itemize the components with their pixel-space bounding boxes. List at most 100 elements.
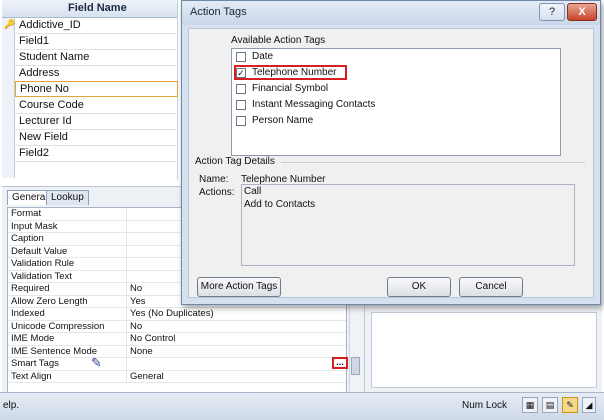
- field-row-label: Field2: [19, 147, 49, 159]
- cancel-button[interactable]: Cancel: [459, 277, 523, 297]
- close-icon: X: [578, 6, 586, 18]
- action-tags-dialog: Action Tags ? X Available Action Tags Da…: [181, 0, 601, 305]
- tag-item-instant-messaging[interactable]: Instant Messaging Contacts: [236, 98, 375, 112]
- property-label: Indexed: [11, 308, 45, 319]
- tag-details-label: Action Tag Details: [195, 156, 275, 167]
- property-label: Required: [11, 283, 50, 294]
- available-tags-label: Available Action Tags: [231, 35, 326, 46]
- smart-tags-build-label: ...: [336, 357, 344, 367]
- property-row[interactable]: IME Mode No Control: [8, 333, 346, 346]
- property-label: Format: [11, 208, 42, 219]
- property-label: Input Mask: [11, 220, 58, 232]
- action-item: Call: [244, 186, 262, 197]
- field-row[interactable]: New Field: [15, 130, 178, 146]
- property-description-pane: [364, 300, 602, 392]
- tag-item-financial-symbol[interactable]: Financial Symbol: [236, 82, 328, 96]
- smart-tag-pointer-icon: ✎: [91, 355, 102, 370]
- available-tags-group: Available Action Tags Date ✓ Telephone Nu…: [199, 33, 583, 159]
- field-row[interactable]: Lecturer Id: [15, 114, 178, 130]
- field-name-header-label: Field Name: [68, 2, 127, 14]
- row-selector-column: [2, 18, 15, 178]
- field-name-header: Field Name: [2, 0, 177, 18]
- dialog-titlebar[interactable]: Action Tags ? X: [182, 1, 600, 25]
- property-row[interactable]: Unicode Compression No: [8, 320, 346, 333]
- property-label: Validation Text: [11, 270, 72, 282]
- actions-label: Actions:: [199, 187, 235, 198]
- field-row-selected[interactable]: Phone No: [15, 81, 178, 97]
- status-text: elp.: [3, 400, 20, 411]
- dialog-title: Action Tags: [190, 6, 247, 18]
- field-row[interactable]: Field1: [15, 34, 178, 50]
- property-row[interactable]: IME Sentence Mode None: [8, 345, 346, 358]
- ok-button[interactable]: OK: [387, 277, 451, 297]
- close-button[interactable]: X: [567, 3, 597, 21]
- field-row-label: Addictive_ID: [19, 19, 81, 31]
- property-label: Smart Tags: [11, 358, 59, 369]
- tag-item-date[interactable]: Date: [236, 50, 273, 64]
- resize-grip-icon[interactable]: ◢: [582, 397, 596, 413]
- field-row[interactable]: Field2: [15, 146, 178, 162]
- property-label: Caption: [11, 233, 44, 244]
- tab-lookup-label: Lookup: [51, 192, 84, 203]
- property-value[interactable]: Yes (No Duplicates): [126, 308, 346, 320]
- property-value[interactable]: None: [126, 345, 346, 358]
- available-tags-list[interactable]: Date ✓ Telephone Number Financial Symbol …: [231, 48, 561, 156]
- property-value[interactable]: No: [126, 320, 346, 333]
- checkbox[interactable]: [236, 84, 246, 94]
- property-row[interactable]: Text Align General: [8, 370, 346, 383]
- checkbox[interactable]: [236, 100, 246, 110]
- datasheet-view-icon[interactable]: ▦: [522, 397, 538, 413]
- property-label: Validation Rule: [11, 258, 75, 269]
- property-row[interactable]: Indexed Yes (No Duplicates): [8, 308, 346, 321]
- checkbox[interactable]: [236, 116, 246, 126]
- property-label: IME Mode: [11, 333, 55, 344]
- more-action-tags-label: More Action Tags: [200, 281, 278, 292]
- field-row[interactable]: Address: [15, 66, 178, 82]
- tab-lookup[interactable]: Lookup: [46, 190, 89, 205]
- scrollbar-thumb[interactable]: [351, 357, 360, 375]
- property-label: Default Value: [11, 245, 68, 257]
- more-action-tags-button[interactable]: More Action Tags: [197, 277, 281, 297]
- property-label: IME Sentence Mode: [11, 345, 98, 357]
- action-item: Add to Contacts: [244, 199, 316, 210]
- checkbox[interactable]: [236, 52, 246, 62]
- property-label: Allow Zero Length: [11, 295, 88, 307]
- property-value[interactable]: General: [126, 370, 346, 383]
- num-lock-indicator: Num Lock: [462, 400, 508, 411]
- field-row-label: Address: [19, 67, 60, 79]
- property-row[interactable]: Smart Tags: [8, 358, 346, 371]
- field-row-label: New Field: [19, 131, 68, 143]
- tag-label: Financial Symbol: [252, 83, 329, 94]
- help-icon: ?: [548, 6, 556, 18]
- field-row-label: Field1: [19, 35, 49, 47]
- status-bar: elp. Num Lock ▦ ▤ ✎ ◢: [0, 392, 604, 420]
- dialog-body: Available Action Tags Date ✓ Telephone Nu…: [188, 28, 594, 298]
- tag-label: Date: [252, 51, 274, 62]
- actions-list: Call Add to Contacts: [241, 184, 575, 266]
- property-value[interactable]: [126, 358, 346, 370]
- tag-item-person-name[interactable]: Person Name: [236, 114, 313, 128]
- property-label: Text Align: [11, 370, 52, 382]
- cancel-label: Cancel: [475, 281, 507, 292]
- tag-label: Person Name: [252, 115, 314, 126]
- design-view-icon[interactable]: ✎: [562, 397, 578, 413]
- help-button[interactable]: ?: [539, 3, 565, 21]
- property-label: Unicode Compression: [11, 320, 105, 332]
- selection-highlight-box: [234, 65, 347, 80]
- pivot-view-icon[interactable]: ▤: [542, 397, 558, 413]
- name-label: Name:: [199, 174, 229, 185]
- field-row-label: Course Code: [19, 99, 84, 111]
- ok-label: OK: [411, 281, 427, 292]
- field-row-label: Phone No: [20, 83, 69, 95]
- field-row[interactable]: Addictive_ID: [15, 18, 178, 34]
- smart-tags-build-button[interactable]: ...: [332, 357, 348, 369]
- field-grid: Field Name 🔑 Addictive_ID Field1 Student…: [2, 0, 178, 180]
- field-row-label: Student Name: [19, 51, 90, 63]
- tag-label: Instant Messaging Contacts: [252, 99, 376, 110]
- property-value[interactable]: No Control: [126, 333, 346, 345]
- tab-general-label: General: [12, 192, 48, 203]
- primary-key-icon: 🔑: [4, 19, 16, 29]
- field-row[interactable]: Course Code: [15, 98, 178, 114]
- field-row[interactable]: Student Name: [15, 50, 178, 66]
- description-box: [371, 312, 597, 388]
